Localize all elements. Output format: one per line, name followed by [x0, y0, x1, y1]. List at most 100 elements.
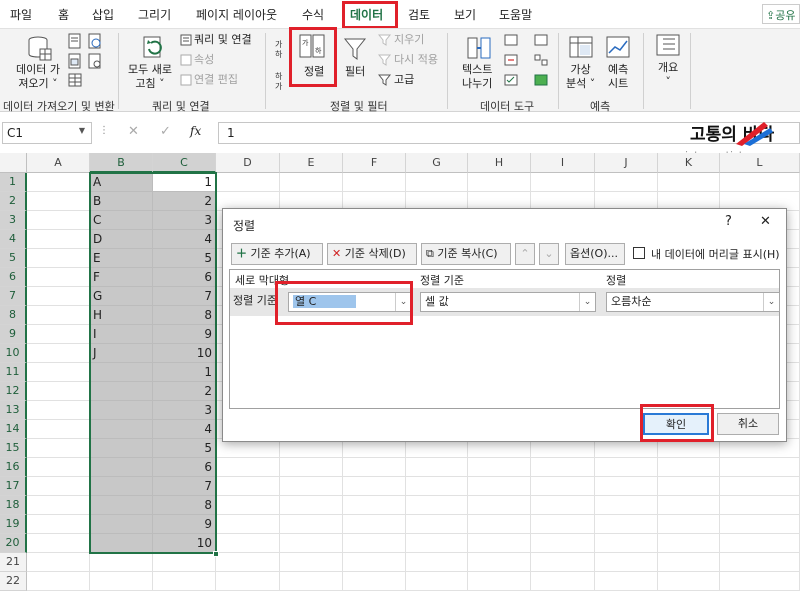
cell[interactable] [658, 534, 720, 553]
edit-links-button[interactable]: 연결 편집 [194, 73, 238, 87]
cell[interactable] [720, 553, 800, 572]
cell[interactable] [280, 572, 343, 591]
cell[interactable] [658, 496, 720, 515]
cell[interactable] [343, 553, 406, 572]
cell[interactable] [27, 496, 90, 515]
cell[interactable] [531, 173, 595, 192]
sort-on-select[interactable]: 셀 값 ⌄ [420, 292, 596, 312]
remove-duplicates-icon[interactable] [504, 54, 518, 69]
cell[interactable] [468, 572, 531, 591]
reapply-button[interactable]: 다시 적용 [394, 53, 438, 67]
help-icon[interactable]: ? [725, 214, 732, 229]
delete-level-button[interactable]: ✕ 기준 삭제(D) [327, 243, 417, 265]
row-header[interactable]: 12 [0, 382, 27, 401]
sort-descending-icon[interactable]: 하가 [274, 69, 288, 96]
cell[interactable] [720, 458, 800, 477]
cell[interactable] [27, 306, 90, 325]
cell[interactable] [531, 477, 595, 496]
tab-insert[interactable]: 삽입 [92, 6, 114, 23]
cell[interactable] [406, 534, 468, 553]
flash-fill-icon[interactable] [504, 34, 518, 49]
row-header[interactable]: 8 [0, 306, 27, 325]
cell[interactable] [280, 458, 343, 477]
cell[interactable] [280, 553, 343, 572]
row-header[interactable]: 7 [0, 287, 27, 306]
cell[interactable] [595, 572, 658, 591]
outline-button[interactable]: 개요 ˅ [658, 61, 678, 89]
row-header[interactable]: 21 [0, 553, 27, 572]
cell[interactable] [720, 173, 800, 192]
cell[interactable] [595, 496, 658, 515]
cell[interactable] [531, 515, 595, 534]
row-header[interactable]: 18 [0, 496, 27, 515]
column-header-k[interactable]: K [658, 153, 720, 173]
tab-formulas[interactable]: 수식 [302, 6, 324, 23]
cell[interactable] [216, 496, 280, 515]
tab-review[interactable]: 검토 [408, 6, 430, 23]
cell[interactable] [343, 515, 406, 534]
cell[interactable] [280, 534, 343, 553]
add-level-button[interactable]: ＋ 기준 추가(A) [231, 243, 323, 265]
order-select[interactable]: 오름차순 ⌄ [606, 292, 780, 312]
cell[interactable] [27, 325, 90, 344]
row-header[interactable]: 6 [0, 268, 27, 287]
column-header-j[interactable]: J [595, 153, 658, 173]
cell[interactable] [27, 477, 90, 496]
cell[interactable] [27, 553, 90, 572]
cell[interactable] [27, 401, 90, 420]
cell[interactable] [720, 534, 800, 553]
column-header-b[interactable]: B [90, 153, 153, 173]
row-header[interactable]: 13 [0, 401, 27, 420]
cell[interactable] [406, 477, 468, 496]
cell[interactable] [27, 211, 90, 230]
from-text-icon[interactable] [68, 33, 82, 52]
cell[interactable] [468, 553, 531, 572]
cell[interactable] [27, 515, 90, 534]
data-model-icon[interactable] [534, 74, 548, 89]
cell[interactable] [216, 534, 280, 553]
consolidate-icon[interactable] [534, 34, 548, 49]
cell[interactable] [27, 458, 90, 477]
tab-page-layout[interactable]: 페이지 레이아웃 [196, 6, 277, 23]
properties-button[interactable]: 속성 [194, 53, 214, 67]
row-header[interactable]: 19 [0, 515, 27, 534]
column-header-e[interactable]: E [280, 153, 343, 173]
column-header-h[interactable]: H [468, 153, 531, 173]
cell[interactable] [468, 496, 531, 515]
cell[interactable] [280, 477, 343, 496]
from-web-icon[interactable] [88, 33, 102, 52]
cell[interactable] [720, 477, 800, 496]
row-header[interactable]: 22 [0, 572, 27, 591]
cell[interactable] [531, 572, 595, 591]
advanced-button[interactable]: 고급 [394, 73, 414, 87]
cell[interactable] [343, 458, 406, 477]
forecast-sheet-button[interactable]: 예측 시트 [608, 63, 628, 91]
cell[interactable] [468, 515, 531, 534]
cell[interactable] [406, 458, 468, 477]
column-header-i[interactable]: I [531, 153, 595, 173]
cell[interactable] [216, 515, 280, 534]
enter-icon[interactable]: ✓ [160, 124, 171, 139]
cell[interactable] [406, 515, 468, 534]
cell[interactable] [90, 553, 153, 572]
what-if-analysis-button[interactable]: 가상 분석 ˅ [566, 63, 595, 91]
row-header[interactable]: 2 [0, 192, 27, 211]
cell[interactable] [406, 173, 468, 192]
relationships-icon[interactable] [534, 54, 548, 69]
row-header[interactable]: 17 [0, 477, 27, 496]
cell[interactable] [406, 553, 468, 572]
cell[interactable] [27, 534, 90, 553]
move-down-button[interactable]: ⌄ [539, 243, 559, 265]
tab-draw[interactable]: 그리기 [138, 6, 171, 23]
cell[interactable] [27, 173, 90, 192]
cell[interactable] [27, 287, 90, 306]
queries-connections-button[interactable]: 쿼리 및 연결 [194, 33, 252, 47]
row-header[interactable]: 3 [0, 211, 27, 230]
cell[interactable] [280, 496, 343, 515]
get-data-button[interactable]: 데이터 가 져오기 ˅ [16, 63, 60, 91]
cell[interactable] [27, 249, 90, 268]
cell[interactable] [216, 553, 280, 572]
column-header-g[interactable]: G [406, 153, 468, 173]
cell[interactable] [343, 477, 406, 496]
cell[interactable] [27, 344, 90, 363]
